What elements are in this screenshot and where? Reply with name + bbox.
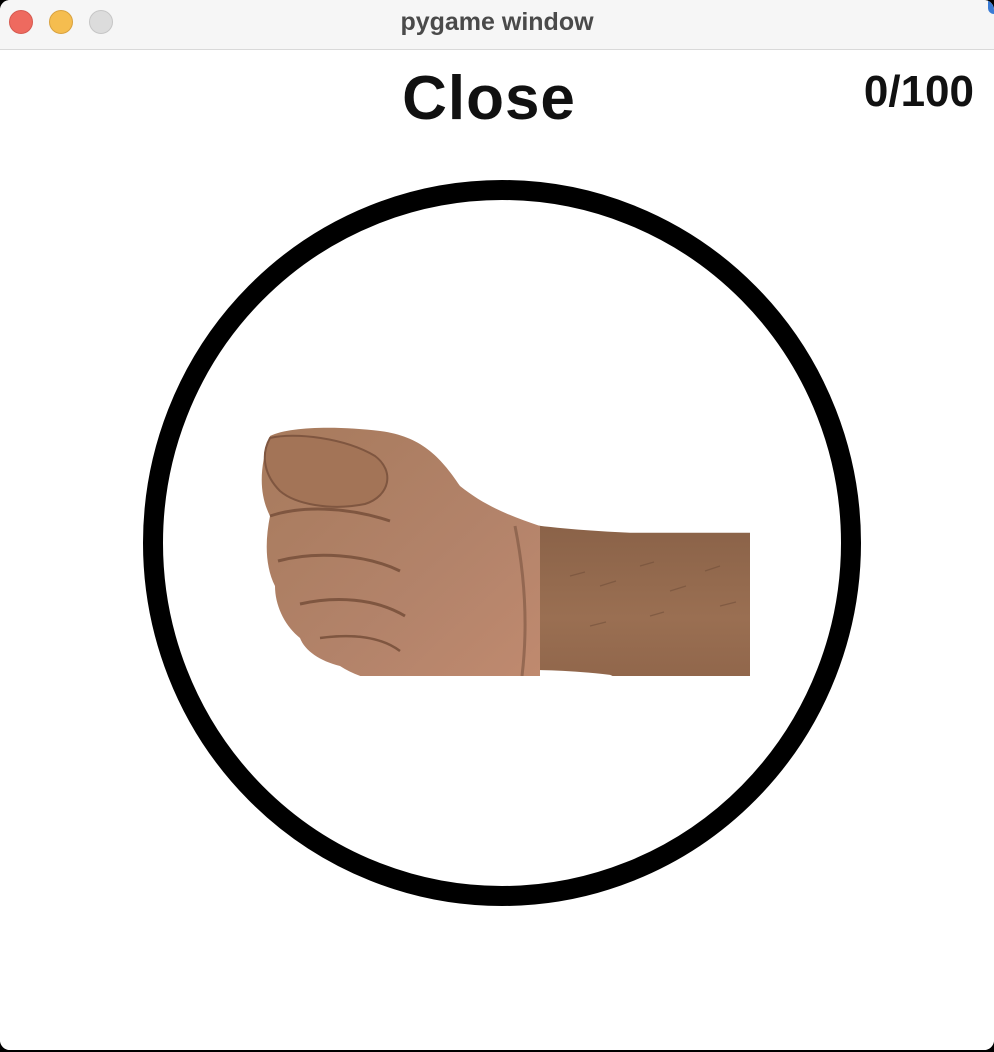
window-title: pygame window (400, 8, 594, 36)
window-edge-accent (988, 0, 994, 14)
game-canvas[interactable]: Close 0/100 (0, 51, 994, 1050)
pygame-window: pygame window Close 0/100 (0, 0, 994, 1050)
title-bar[interactable]: pygame window (0, 0, 994, 50)
closed-fist-hand-image (261, 427, 750, 676)
